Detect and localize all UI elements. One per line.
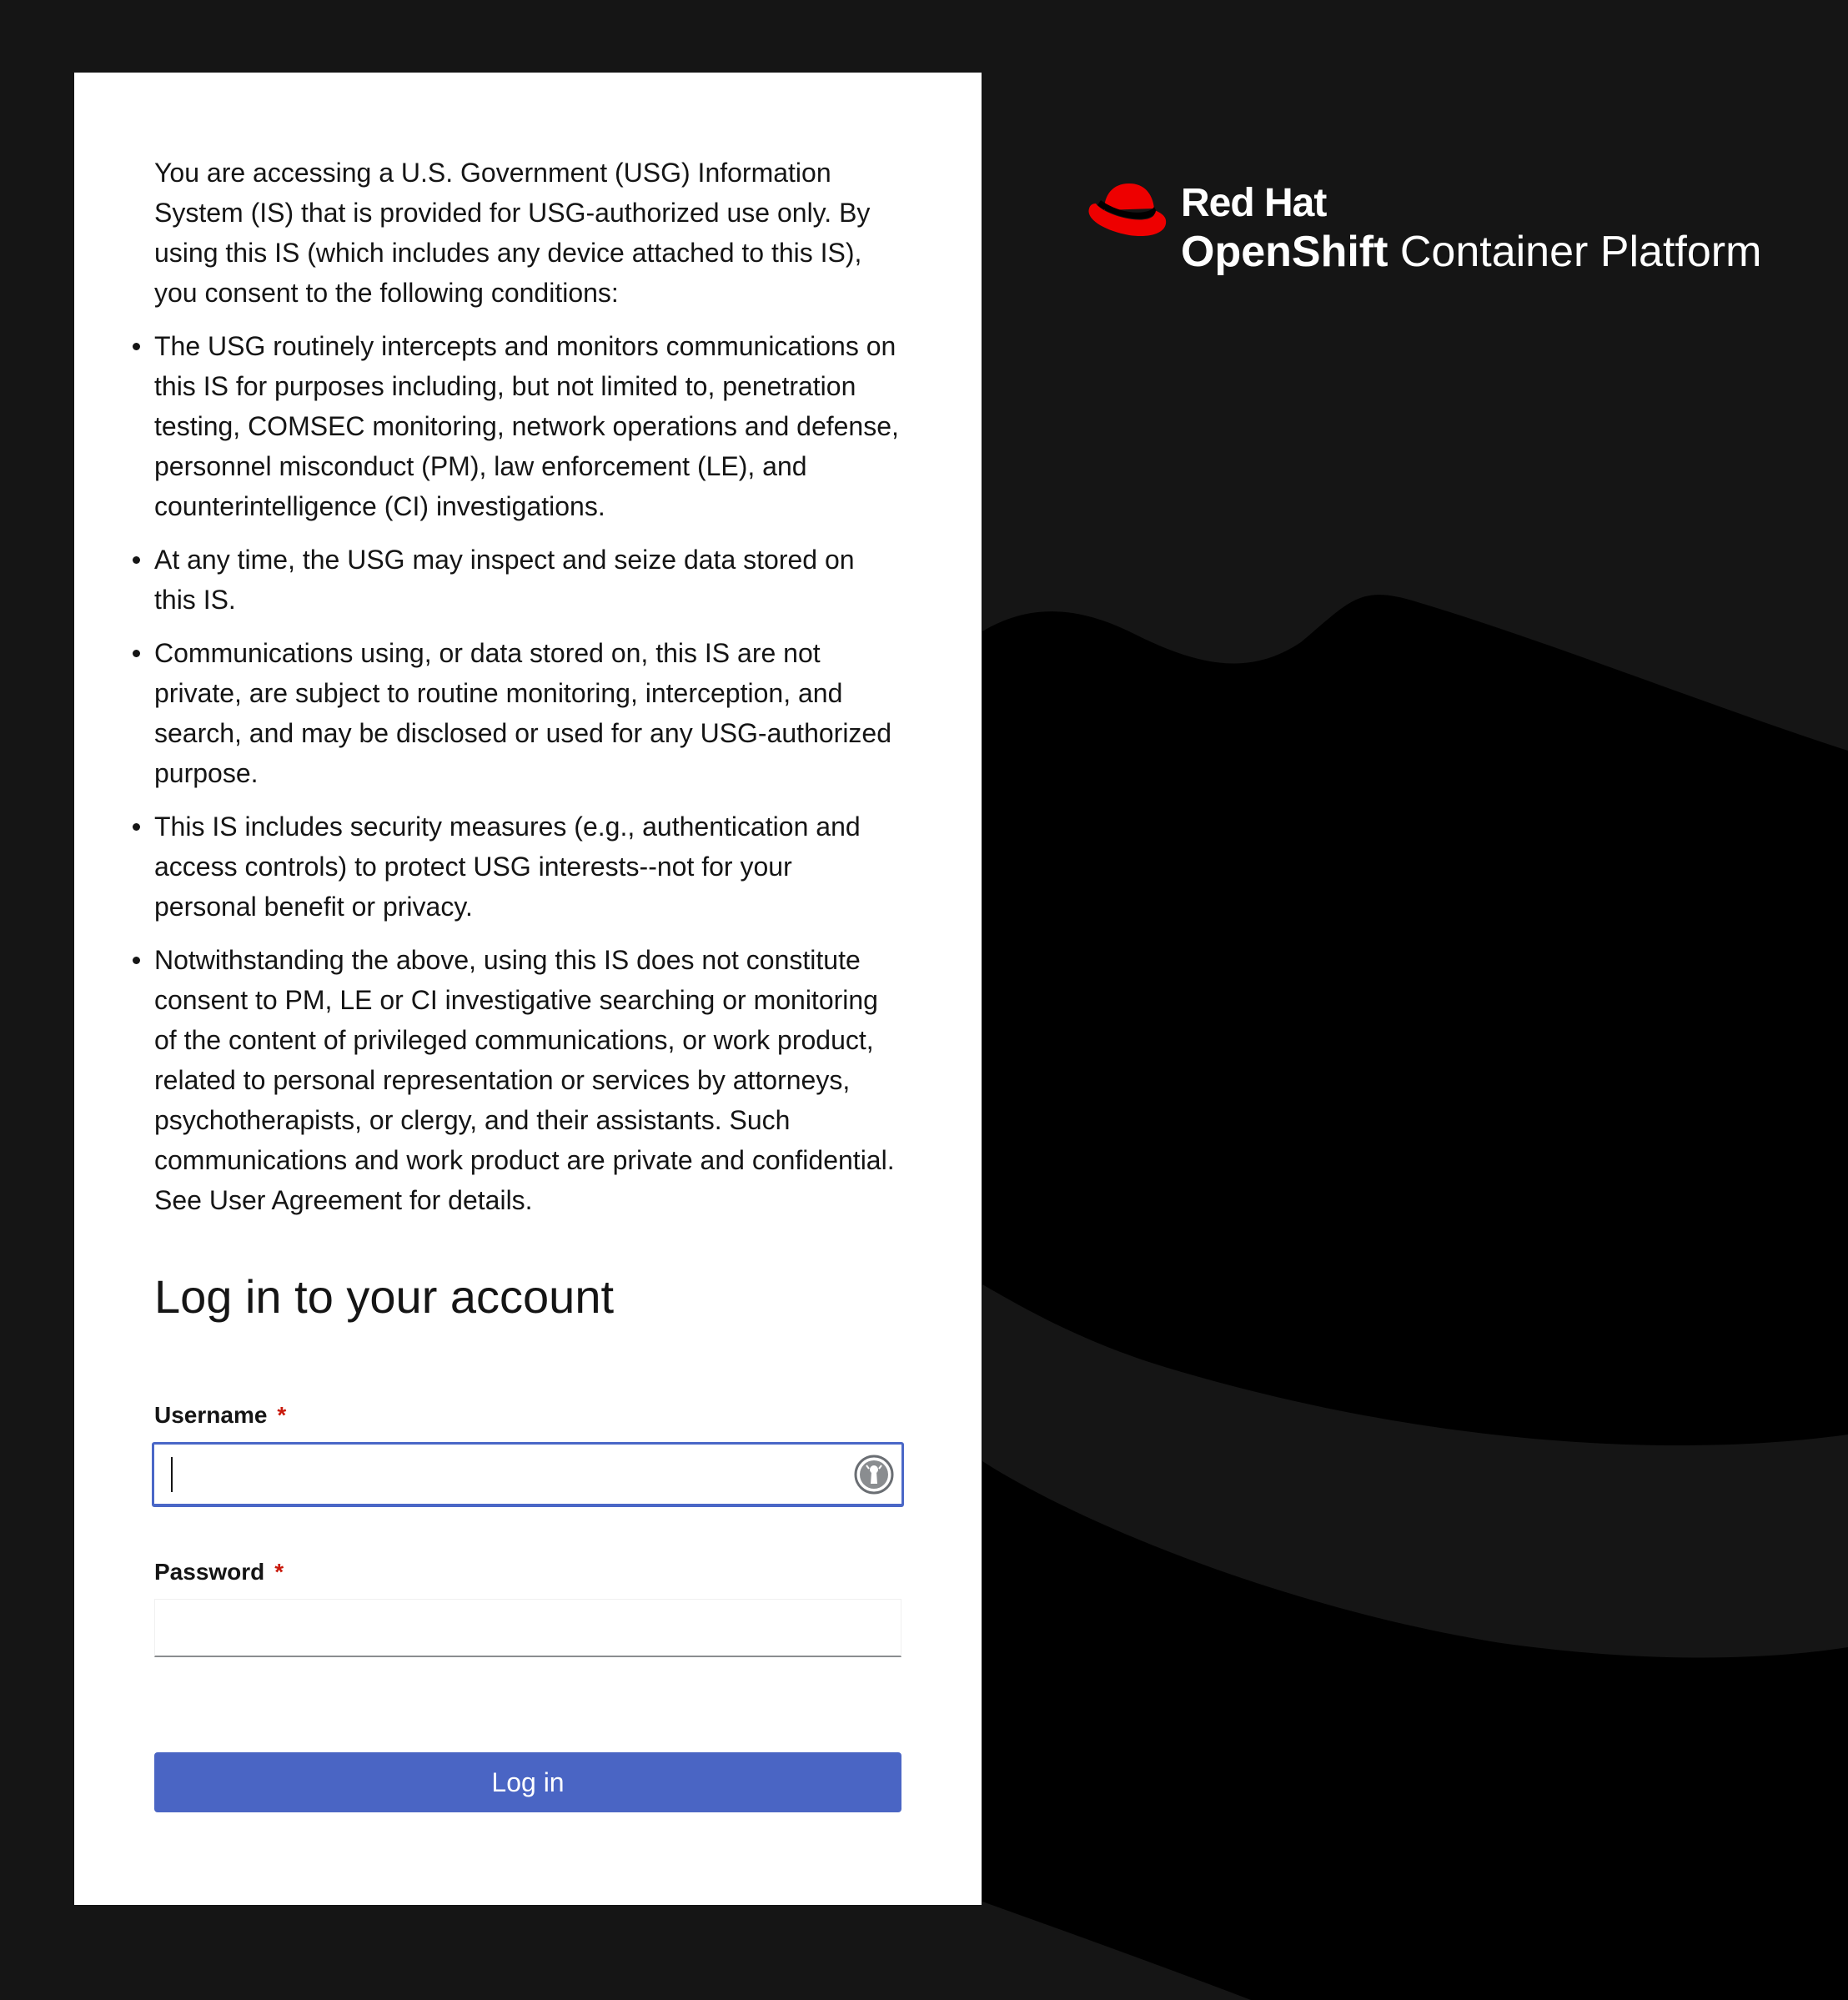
login-card: You are accessing a U.S. Government (USG… <box>74 73 982 1905</box>
list-item: Notwithstanding the above, using this IS… <box>133 940 901 1220</box>
page-title: Log in to your account <box>154 1270 615 1323</box>
usg-notice-list: The USG routinely intercepts and monitor… <box>133 326 901 1220</box>
password-label: Password * <box>154 1555 901 1589</box>
required-mark: * <box>277 1402 287 1428</box>
username-label: Username * <box>154 1399 901 1432</box>
brand-product-bold: OpenShift <box>1181 228 1389 276</box>
brand-company: Red Hat <box>1181 181 1327 225</box>
usg-notice-intro: You are accessing a U.S. Government (USG… <box>154 158 871 308</box>
list-item: At any time, the USG may inspect and sei… <box>133 540 901 620</box>
username-input[interactable] <box>152 1442 904 1507</box>
username-label-text: Username <box>154 1402 268 1428</box>
keyhole-icon[interactable] <box>853 1454 895 1495</box>
login-button[interactable]: Log in <box>154 1752 901 1812</box>
brand-product-rest: Container Platform <box>1388 228 1762 276</box>
password-label-text: Password <box>154 1559 265 1585</box>
list-item: This IS includes security measures (e.g.… <box>133 807 901 927</box>
list-item: Communications using, or data stored on,… <box>133 633 901 793</box>
brand-product: OpenShift Container Platform <box>1181 227 1761 277</box>
required-mark: * <box>274 1559 284 1585</box>
text-caret <box>171 1457 173 1492</box>
red-hat-fedora-icon <box>1088 183 1167 237</box>
list-item: The USG routinely intercepts and monitor… <box>133 326 901 526</box>
password-input[interactable] <box>154 1599 901 1657</box>
